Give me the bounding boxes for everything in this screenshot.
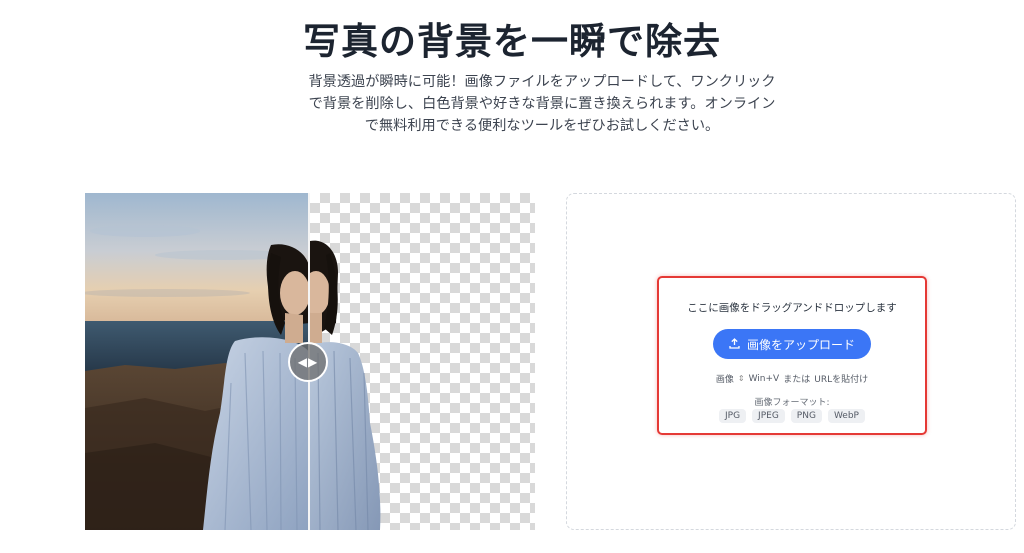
format-badge: PNG	[790, 409, 822, 423]
paste-url-label: URLを貼付け	[814, 375, 869, 385]
paste-hint: 画像 ⇕ Win+V または URLを貼付け	[659, 372, 925, 386]
paste-middle: または	[783, 375, 811, 385]
transparent-result	[302, 193, 535, 530]
description-line: で背景を削除し、白色背景や好きな背景に置き換えられます。オンライン	[308, 96, 776, 112]
paste-shortcut: Win+V	[748, 373, 780, 384]
format-list: JPG JPEG PNG WebP	[659, 409, 925, 423]
formats-label: 画像フォーマット:	[754, 398, 830, 408]
before-after-comparison[interactable]: ◀▶	[85, 193, 535, 530]
description-line: で無料利用できる便利なツールをぜひお試しください。	[364, 118, 720, 134]
paste-prefix: 画像	[715, 375, 734, 385]
format-badge: JPG	[718, 409, 747, 423]
left-right-arrows-icon: ◀▶	[297, 355, 319, 369]
photo-image	[85, 193, 310, 530]
cutout-image	[302, 240, 381, 530]
format-badge: WebP	[827, 409, 865, 423]
keyboard-shortcut-icon: ⇕	[737, 374, 745, 383]
upload-image-button[interactable]: 画像をアップロード	[713, 329, 871, 359]
drop-instructions: ここに画像をドラッグアンドドロップします	[687, 302, 897, 314]
page-description: 背景透過が瞬時に可能！画像ファイルをアップロードして、ワンクリック で背景を削除…	[262, 71, 822, 137]
page-title: 写真の背景を一瞬で除去	[303, 20, 721, 63]
format-badge: JPEG	[752, 409, 785, 423]
slider-handle[interactable]: ◀▶	[288, 342, 328, 382]
upload-icon	[729, 337, 740, 351]
upload-button-label: 画像をアップロード	[746, 337, 855, 352]
description-line: 背景透過が瞬時に可能！画像ファイルをアップロードして、ワンクリック	[308, 74, 776, 90]
drop-zone[interactable]: ここに画像をドラッグアンドドロップします 画像をアップロード 画像 ⇕ Win+…	[657, 276, 927, 435]
original-photo	[85, 193, 310, 530]
